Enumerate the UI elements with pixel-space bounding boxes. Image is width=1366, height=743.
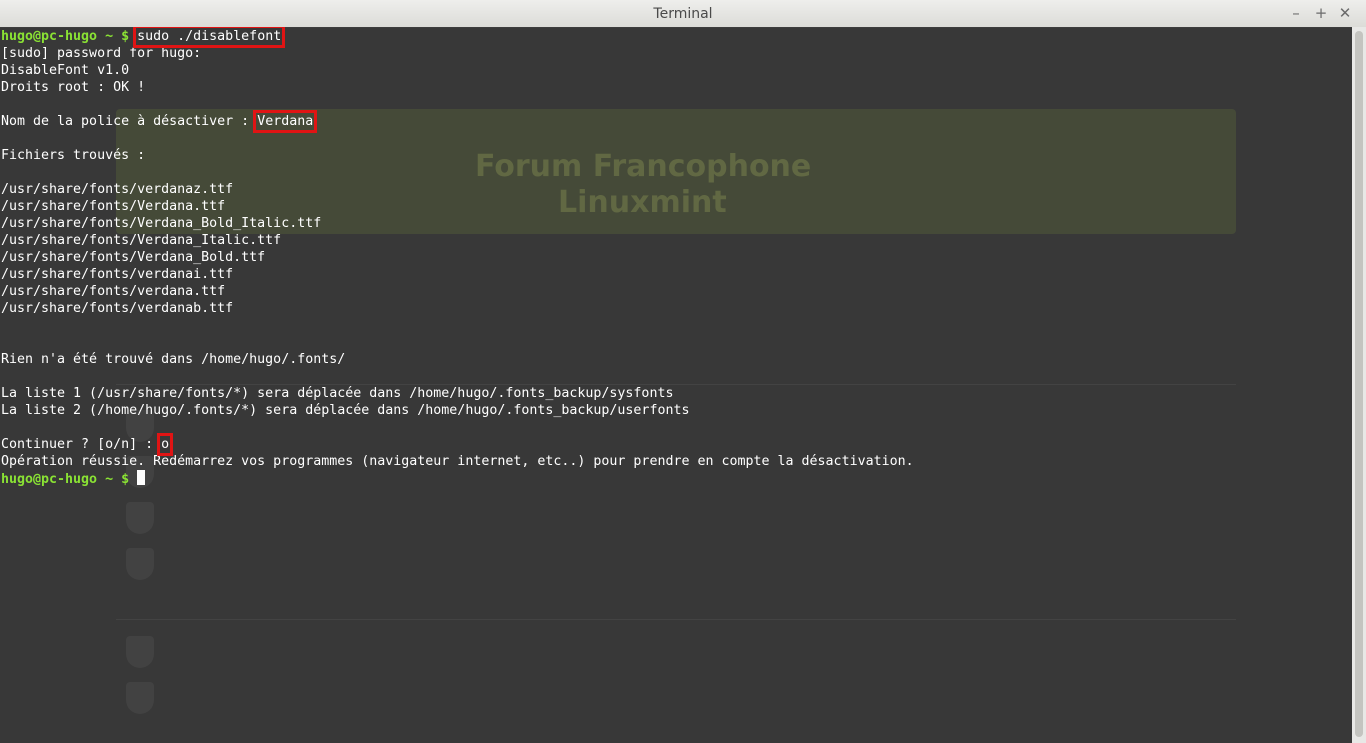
file-path-line: /usr/share/fonts/verdanai.ttf bbox=[1, 267, 234, 282]
output-line: La liste 2 (/home/hugo/.fonts/*) sera dé… bbox=[1, 403, 690, 418]
file-path-line: /usr/share/fonts/verdana.ttf bbox=[1, 284, 226, 299]
confirm-line: Continuer ? [o/n] : o bbox=[1, 433, 914, 456]
prompt: hugo@pc-hugo ~ $ bbox=[1, 472, 130, 487]
terminal-window: Terminal – + ✕ Forum Francophone Linuxmi… bbox=[0, 0, 1366, 743]
file-path-line: /usr/share/fonts/Verdana_Italic.ttf bbox=[1, 233, 282, 248]
font-name-line: Nom de la police à désactiver : Verdana bbox=[1, 110, 914, 133]
file-path-line: /usr/share/fonts/Verdana_Bold_Italic.ttf bbox=[1, 216, 322, 231]
close-icon[interactable]: ✕ bbox=[1336, 4, 1354, 22]
maximize-icon[interactable]: + bbox=[1312, 4, 1330, 22]
font-name-label: Nom de la police à désactiver : bbox=[1, 114, 258, 129]
output-line: DisableFont v1.0 bbox=[1, 63, 130, 78]
output-line: Rien n'a été trouvé dans /home/hugo/.fon… bbox=[1, 352, 346, 367]
confirm-label: Continuer ? [o/n] : bbox=[1, 437, 162, 452]
ghost-shield-icon bbox=[126, 502, 154, 534]
file-path-line: /usr/share/fonts/verdanab.ttf bbox=[1, 301, 234, 316]
confirm-answer: o bbox=[157, 433, 174, 456]
terminal-area[interactable]: Forum Francophone Linuxmint hugo@pc-hugo… bbox=[0, 27, 1352, 743]
success-line: Opération réussie. Redémarrez vos progra… bbox=[1, 454, 914, 469]
ghost-shield-icon bbox=[126, 682, 154, 714]
file-path-line: /usr/share/fonts/verdanaz.ttf bbox=[1, 182, 234, 197]
cursor-block bbox=[137, 470, 146, 485]
final-prompt-line[interactable]: hugo@pc-hugo ~ $ bbox=[1, 470, 914, 487]
ghost-shield-icon bbox=[126, 548, 154, 580]
command-line: hugo@pc-hugo ~ $ sudo ./disablefont bbox=[1, 27, 914, 48]
font-name-answer: Verdana bbox=[253, 110, 318, 133]
output-line: La liste 1 (/usr/share/fonts/*) sera dép… bbox=[1, 386, 674, 401]
output-line: Fichiers trouvés : bbox=[1, 148, 146, 163]
window-title: Terminal bbox=[653, 6, 713, 22]
scrollbar-thumb[interactable] bbox=[1355, 31, 1363, 737]
terminal-output: hugo@pc-hugo ~ $ sudo ./disablefont [sud… bbox=[1, 27, 914, 487]
minimize-icon[interactable]: – bbox=[1287, 4, 1305, 22]
output-line: [sudo] password for hugo: bbox=[1, 46, 202, 61]
title-bar[interactable]: Terminal – + ✕ bbox=[0, 0, 1366, 28]
output-line: Droits root : OK ! bbox=[1, 80, 146, 95]
file-path-line: /usr/share/fonts/Verdana_Bold.ttf bbox=[1, 250, 266, 265]
file-path-line: /usr/share/fonts/Verdana.ttf bbox=[1, 199, 226, 214]
ghost-shield-icon bbox=[126, 636, 154, 668]
prompt: hugo@pc-hugo ~ $ bbox=[1, 29, 130, 44]
scrollbar[interactable] bbox=[1352, 27, 1366, 743]
ghost-divider bbox=[116, 619, 1236, 620]
command-text: sudo ./disablefont bbox=[133, 27, 286, 48]
